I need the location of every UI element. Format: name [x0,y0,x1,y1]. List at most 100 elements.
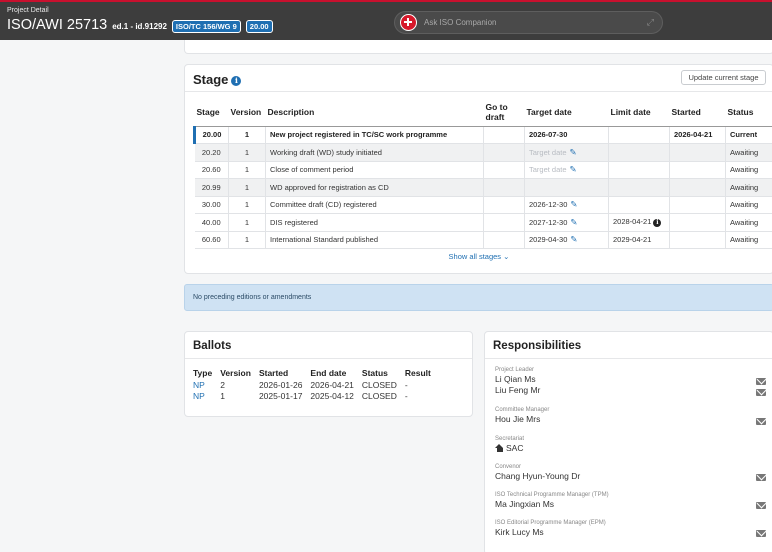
edit-icon[interactable]: ✎ [570,147,577,157]
cell-target-date [524,178,609,197]
cell-stage: 20.99 [194,178,229,197]
committee-manager-name: Hou Jie Mrs [495,414,541,424]
cell-limit-date [608,178,670,197]
cell-description: Close of comment period [265,161,484,179]
stage-heading: Stage i [193,72,242,87]
ballots-title: Ballots [193,340,232,352]
edit-icon[interactable]: ✎ [570,217,577,227]
mail-icon[interactable] [756,502,766,509]
info-icon[interactable]: i [653,219,662,228]
committee-manager-label: Committee Manager [495,407,550,413]
cell-target-date: Target date ✎ [524,143,609,162]
project-leader-name: Li Qian Ms [495,374,536,384]
target-date-placeholder: Target date [529,147,567,157]
cell-end-date: 2025-04-12 [310,391,354,401]
col-header-version: Version [228,98,266,127]
col-header-version: Version [220,368,251,378]
companion-placeholder[interactable]: Ask ISO Companion [424,18,496,27]
breadcrumb[interactable]: Project Detail [7,7,49,14]
cell-started [669,231,726,249]
cell-status: Awaiting [725,213,772,232]
cell-result: - [404,380,408,390]
target-date-placeholder: Target date [529,165,567,175]
table-row: 30.00 1 Committee draft (CD) registered … [194,196,772,214]
ballot-type-link[interactable]: NP [193,391,205,401]
mail-icon[interactable] [756,474,766,481]
cell-version: 1 [228,231,266,249]
home-icon [495,444,504,452]
stage-table: Stage Version Description Go to draft Ta… [193,98,772,249]
table-row: 20.60 1 Close of comment period Target d… [194,161,772,179]
col-header-end-date: End date [310,368,347,378]
edit-icon[interactable]: ✎ [570,234,577,244]
cell-limit-date [608,161,670,179]
cell-status: CLOSED [361,380,397,390]
cell-started: 2026-04-21 [669,126,726,144]
cell-started [669,213,726,232]
ballot-type-link[interactable]: NP [193,380,205,390]
mail-icon[interactable] [756,530,766,537]
convenor-label: Convenor [495,464,522,470]
table-row: 40.00 1 DIS registered 2027-12-30 ✎ 2028-… [194,213,772,232]
col-header-type: Type [193,368,213,378]
divider [185,358,472,359]
cell-limit-date [608,196,670,214]
page-title: ISO/AWI 25713 [7,17,108,33]
stage-table-header: Stage Version Description Go to draft Ta… [194,98,772,127]
cell-version: 1 [220,391,225,401]
stage-title-text: Stage [193,72,229,87]
cell-started [669,161,726,179]
edit-icon[interactable]: ✎ [570,199,577,209]
cell-version: 1 [228,143,266,162]
edit-icon[interactable]: ✎ [570,164,577,174]
tpm-name: Ma Jingxian Ms [495,499,555,509]
show-all-label[interactable]: Show all stages [449,252,502,261]
cell-limit-date: 2028-04-21 i [608,213,670,232]
edition-id: ed.1 - id.91292 [112,21,167,31]
mail-icon[interactable] [756,378,766,385]
chevron-down-icon[interactable]: ⌄ [503,252,509,261]
cell-stage: 60.60 [194,231,229,249]
cell-version: 1 [228,126,266,144]
cell-description: New project registered in TC/SC work pro… [265,126,484,144]
mail-icon[interactable] [756,389,766,396]
col-header-stage: Stage [194,98,229,127]
col-header-target-date: Target date [524,98,609,127]
table-row: 20.00 1 New project registered in TC/SC … [193,126,772,144]
cell-go-to-draft [483,196,525,214]
cell-description: Working draft (WD) study initiated [265,143,484,162]
cell-limit-date [608,126,670,144]
committee-badge[interactable]: ISO/TC 156/WG 9 [171,19,241,33]
cell-stage: 30.00 [194,196,229,214]
target-date-value: 2027-12-30 [529,217,568,227]
col-header-description: Description [265,98,484,127]
cell-description: International Standard published [265,231,484,249]
epm-label: ISO Editorial Programme Manager (EPM) [495,520,606,526]
tpm-label: ISO Technical Programme Manager (TPM) [495,492,609,498]
cell-go-to-draft [483,213,525,232]
iso-companion-logo-icon [400,14,417,31]
cell-status: Awaiting [725,161,772,179]
update-current-stage-button[interactable]: Update current stage [681,70,766,85]
cell-target-date: 2026-12-30 ✎ [524,196,609,214]
limit-date-value: 2028-04-21 [613,217,652,227]
companion-search-bar[interactable]: Ask ISO Companion ⤢ [394,11,663,34]
stage-badge: 20.00 [245,19,273,33]
cell-status: Awaiting [725,178,772,197]
expand-icon[interactable]: ⤢ [647,17,654,28]
cell-status: Awaiting [725,143,772,162]
project-leader-group: Project Leader Li Qian Ms Liu Feng Mr [495,367,540,395]
divider [485,358,772,359]
col-header-started: Started [258,368,289,378]
cell-version: 2 [220,380,225,390]
show-all-stages-link[interactable]: Show all stages ⌄ [185,252,772,261]
cell-go-to-draft [483,231,525,249]
cell-go-to-draft [483,126,525,144]
table-row: NP 1 2025-01-17 2025-04-12 CLOSED - [193,391,439,402]
info-icon[interactable]: i [231,76,242,86]
cell-started: 2025-01-17 [258,391,303,401]
editions-notice: No preceding editions or amendments [184,284,772,311]
mail-icon[interactable] [756,418,766,425]
responsibilities-card: Responsibilities Project Leader Li Qian … [484,331,772,552]
cell-result: - [404,391,408,401]
